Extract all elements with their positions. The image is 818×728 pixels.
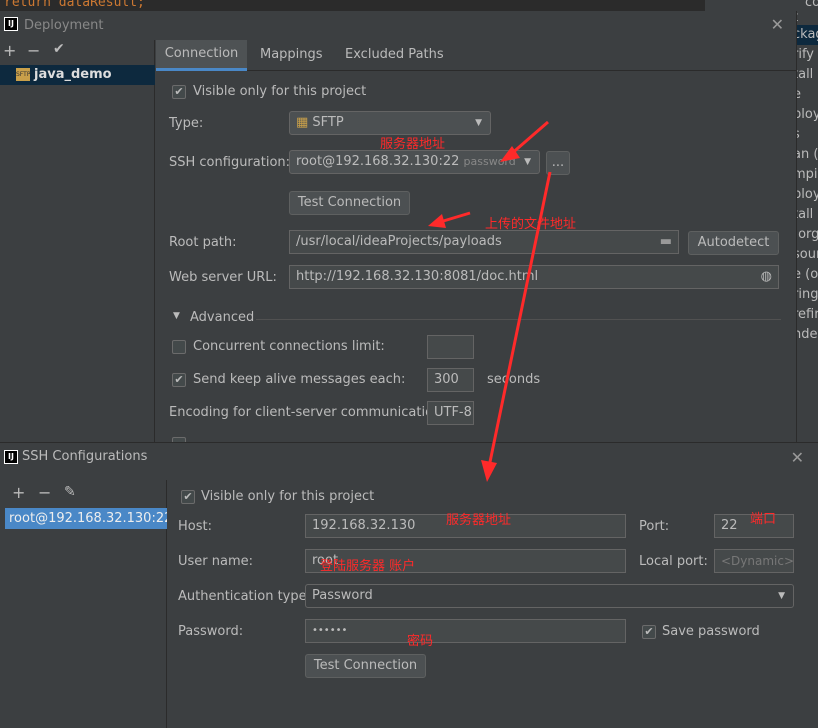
concurrent-limit-input[interactable]: [427, 335, 474, 359]
seconds-label: seconds: [487, 372, 541, 387]
web-server-url-input[interactable]: http://192.168.32.130:8081/doc.html ◍: [289, 265, 779, 289]
chevron-down-icon: ▼: [778, 591, 785, 601]
chevron-down-icon: ▼: [475, 118, 482, 128]
web-server-url-label: Web server URL:: [169, 270, 277, 285]
password-label: Password:: [178, 624, 244, 639]
keepalive-label: Send keep alive messages each:: [193, 372, 406, 387]
password-input[interactable]: ••••••: [305, 619, 626, 643]
code-line: return dataResult;: [4, 0, 145, 10]
deployment-dialog: IJ Deployment ✕ + − ✔ SFTP java_demo Con…: [0, 11, 797, 451]
annotation-label: 服务器地址: [380, 137, 446, 152]
advanced-section-toggle[interactable]: Advanced: [190, 310, 254, 325]
test-connection-button[interactable]: Test Connection: [305, 654, 426, 678]
save-password-label: Save password: [662, 624, 760, 639]
check-icon[interactable]: ✔: [53, 41, 65, 57]
encoding-select[interactable]: UTF-8: [427, 401, 474, 425]
ssh-config-value: root@192.168.32.130:22: [296, 154, 460, 169]
local-port-input[interactable]: <Dynamic>: [714, 549, 794, 573]
keepalive-input[interactable]: 300: [427, 368, 474, 392]
intellij-logo-icon: IJ: [4, 450, 18, 464]
host-label: Host:: [178, 519, 212, 534]
port-label: Port:: [639, 519, 670, 534]
tab-mappings[interactable]: Mappings: [260, 47, 323, 62]
concurrent-limit-label: Concurrent connections limit:: [193, 339, 385, 354]
remove-icon[interactable]: −: [27, 41, 40, 60]
sftp-icon: SFTP: [16, 68, 30, 81]
dialog-title: SSH Configurations: [22, 449, 148, 464]
close-icon[interactable]: ✕: [771, 15, 784, 34]
type-label: Type:: [169, 116, 204, 131]
ssh-config-label: SSH configuration:: [169, 155, 291, 170]
auth-type-label: Authentication type:: [178, 589, 311, 604]
list-item[interactable]: compil: [705, 0, 818, 10]
test-connection-button[interactable]: Test Connection: [289, 191, 410, 215]
annotation-label: 服务器地址: [446, 513, 512, 528]
tab-excluded-paths[interactable]: Excluded Paths: [345, 47, 444, 62]
server-item-java-demo[interactable]: SFTP java_demo: [0, 65, 155, 85]
ssh-config-item[interactable]: root@192.168.32.130:22 pa: [5, 508, 167, 529]
type-value: SFTP: [312, 115, 344, 130]
chevron-down-icon: ▼: [524, 157, 531, 167]
annotation-label: 端口: [750, 512, 777, 527]
divider: [256, 319, 781, 320]
auth-type-select[interactable]: Password ▼: [305, 584, 794, 608]
keepalive-checkbox[interactable]: ✔: [172, 373, 186, 387]
type-select[interactable]: ▦ SFTP ▼: [289, 111, 491, 135]
ssh-configurations-dialog: IJ SSH Configurations ✕ + − ✎ root@192.1…: [0, 442, 818, 728]
globe-icon[interactable]: ◍: [761, 266, 772, 288]
intellij-logo-icon: IJ: [4, 17, 18, 31]
close-icon[interactable]: ✕: [791, 448, 804, 467]
dialog-title: Deployment: [24, 18, 104, 33]
save-password-checkbox[interactable]: ✔: [642, 625, 656, 639]
autodetect-button[interactable]: Autodetect: [688, 231, 779, 255]
code-editor: return dataResult;: [0, 0, 705, 11]
visible-only-label: Visible only for this project: [201, 489, 375, 504]
annotation-label: 密码: [407, 634, 434, 649]
root-path-label: Root path:: [169, 235, 237, 250]
annotation-label: 上传的文件地址: [485, 217, 577, 232]
visible-only-checkbox[interactable]: ✔: [172, 85, 186, 99]
ssh-config-more-button[interactable]: ...: [546, 151, 570, 175]
root-path-value: /usr/local/ideaProjects/payloads: [296, 234, 502, 249]
annotation-label: 登陆服务器 账户: [320, 559, 416, 574]
username-label: User name:: [178, 554, 254, 569]
sftp-icon: ▦: [296, 115, 313, 130]
tab-connection[interactable]: Connection: [156, 40, 247, 71]
ssh-config-hint: password: [463, 155, 516, 168]
web-server-url-value: http://192.168.32.130:8081/doc.html: [296, 269, 539, 284]
visible-only-checkbox[interactable]: ✔: [181, 490, 195, 504]
visible-only-label: Visible only for this project: [193, 84, 367, 99]
auth-type-value: Password: [312, 588, 373, 603]
local-port-label: Local port:: [639, 554, 708, 569]
root-path-input[interactable]: /usr/local/ideaProjects/payloads ▬: [289, 230, 679, 254]
concurrent-limit-checkbox[interactable]: [172, 340, 186, 354]
ssh-config-select[interactable]: root@192.168.32.130:22 password ▼: [289, 150, 540, 174]
encoding-label: Encoding for client-server communication…: [169, 405, 446, 420]
chevron-down-icon[interactable]: ▼: [173, 311, 180, 321]
add-icon[interactable]: +: [3, 41, 16, 60]
folder-icon[interactable]: ▬: [660, 231, 672, 253]
